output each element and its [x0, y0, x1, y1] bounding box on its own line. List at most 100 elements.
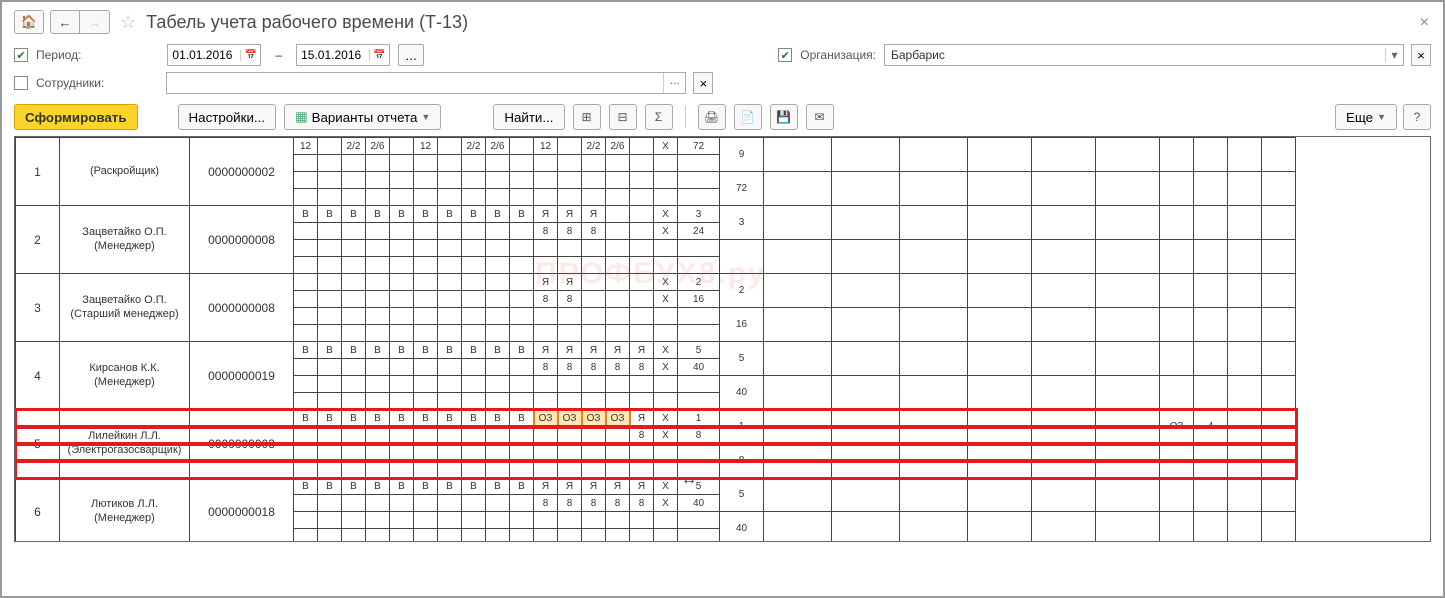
day-cell[interactable]: [438, 274, 462, 291]
day-cell[interactable]: [654, 155, 678, 172]
block-cell[interactable]: 3: [720, 206, 764, 240]
day-cell[interactable]: 12: [534, 138, 558, 155]
day-cell[interactable]: 2/2: [342, 138, 366, 155]
day-cell[interactable]: Я: [558, 478, 582, 495]
day-cell[interactable]: Х: [654, 274, 678, 291]
sum-cell[interactable]: 40: [678, 495, 720, 512]
day-cell[interactable]: Х: [654, 206, 678, 223]
day-cell[interactable]: В: [462, 478, 486, 495]
day-cell[interactable]: В: [342, 478, 366, 495]
day-cell[interactable]: [414, 427, 438, 444]
day-cell[interactable]: [486, 291, 510, 308]
day-cell[interactable]: [486, 359, 510, 376]
day-cell[interactable]: [318, 291, 342, 308]
employee-tab[interactable]: 0000000003: [190, 410, 294, 478]
day-cell[interactable]: [582, 274, 606, 291]
day-cell[interactable]: [462, 495, 486, 512]
date-from-input[interactable]: [168, 46, 240, 64]
day-cell[interactable]: Х: [654, 359, 678, 376]
day-cell[interactable]: [510, 291, 534, 308]
day-cell[interactable]: [510, 274, 534, 291]
day-cell[interactable]: 8: [606, 495, 630, 512]
day-cell[interactable]: В: [318, 410, 342, 427]
day-cell[interactable]: 8: [558, 223, 582, 240]
day-cell[interactable]: ОЗ: [534, 410, 558, 427]
day-cell[interactable]: В: [318, 342, 342, 359]
block-cell[interactable]: 9: [720, 138, 764, 172]
day-cell[interactable]: Я: [630, 342, 654, 359]
day-cell[interactable]: [606, 155, 630, 172]
day-cell[interactable]: [414, 223, 438, 240]
expand-icon[interactable]: ⊞: [573, 104, 601, 130]
day-cell[interactable]: Я: [606, 342, 630, 359]
date-from-field[interactable]: 📅: [167, 44, 261, 66]
day-cell[interactable]: В: [438, 206, 462, 223]
day-cell[interactable]: В: [390, 478, 414, 495]
day-cell[interactable]: [294, 359, 318, 376]
day-cell[interactable]: [510, 359, 534, 376]
day-cell[interactable]: В: [438, 410, 462, 427]
day-cell[interactable]: [318, 274, 342, 291]
day-cell[interactable]: [462, 359, 486, 376]
day-cell[interactable]: 2/6: [366, 138, 390, 155]
dropdown-icon[interactable]: ▾: [1385, 48, 1403, 62]
day-cell[interactable]: В: [390, 206, 414, 223]
day-cell[interactable]: [438, 155, 462, 172]
block-cell[interactable]: 72: [720, 172, 764, 206]
day-cell[interactable]: 8: [630, 427, 654, 444]
day-cell[interactable]: [390, 291, 414, 308]
day-cell[interactable]: [390, 274, 414, 291]
day-cell[interactable]: В: [318, 206, 342, 223]
row-num[interactable]: 2: [16, 206, 60, 274]
block-cell[interactable]: [720, 240, 764, 274]
day-cell[interactable]: В: [342, 342, 366, 359]
day-cell[interactable]: В: [294, 342, 318, 359]
day-cell[interactable]: [510, 223, 534, 240]
block-cell[interactable]: 5: [720, 478, 764, 512]
org-field[interactable]: Барбарис ▾: [884, 44, 1404, 66]
day-cell[interactable]: ОЗ: [558, 410, 582, 427]
day-cell[interactable]: [342, 223, 366, 240]
day-cell[interactable]: 2/2: [462, 138, 486, 155]
sum-cell[interactable]: 5: [678, 478, 720, 495]
day-cell[interactable]: Х: [654, 223, 678, 240]
day-cell[interactable]: 2/6: [606, 138, 630, 155]
employee-name[interactable]: (Раскройщик): [60, 138, 190, 206]
date-to-field[interactable]: 📅: [296, 44, 390, 66]
period-checkbox[interactable]: ✔: [14, 48, 28, 62]
day-cell[interactable]: В: [390, 342, 414, 359]
employees-chooser[interactable]: ...: [663, 73, 685, 93]
day-cell[interactable]: В: [366, 342, 390, 359]
day-cell[interactable]: Х: [654, 427, 678, 444]
day-cell[interactable]: [390, 427, 414, 444]
day-cell[interactable]: Х: [654, 495, 678, 512]
employee-name[interactable]: Зацветайко О.П.(Старший менеджер): [60, 274, 190, 342]
day-cell[interactable]: Я: [582, 478, 606, 495]
sum-cell[interactable]: 3: [678, 206, 720, 223]
settings-button[interactable]: Настройки...: [178, 104, 276, 130]
day-cell[interactable]: В: [438, 478, 462, 495]
day-cell[interactable]: [342, 359, 366, 376]
sum-cell[interactable]: 8: [678, 427, 720, 444]
row-num[interactable]: 4: [16, 342, 60, 410]
day-cell[interactable]: 8: [582, 495, 606, 512]
day-cell[interactable]: [342, 427, 366, 444]
block-cell[interactable]: 2: [720, 274, 764, 308]
employee-tab[interactable]: 0000000008: [190, 274, 294, 342]
day-cell[interactable]: [510, 155, 534, 172]
day-cell[interactable]: В: [510, 342, 534, 359]
day-cell[interactable]: 8: [606, 359, 630, 376]
report-variants-button[interactable]: ▦Варианты отчета▼: [284, 104, 441, 130]
day-cell[interactable]: [606, 274, 630, 291]
block-cell[interactable]: 40: [720, 376, 764, 410]
day-cell[interactable]: 8: [558, 495, 582, 512]
sum-val[interactable]: 4: [1194, 410, 1228, 444]
day-cell[interactable]: [318, 155, 342, 172]
day-cell[interactable]: В: [366, 478, 390, 495]
org-clear-button[interactable]: ×: [1411, 44, 1431, 66]
day-cell[interactable]: В: [414, 206, 438, 223]
home-button[interactable]: 🏠: [14, 10, 44, 34]
date-to-input[interactable]: [297, 46, 369, 64]
employee-tab[interactable]: 0000000018: [190, 478, 294, 543]
day-cell[interactable]: Х: [654, 342, 678, 359]
